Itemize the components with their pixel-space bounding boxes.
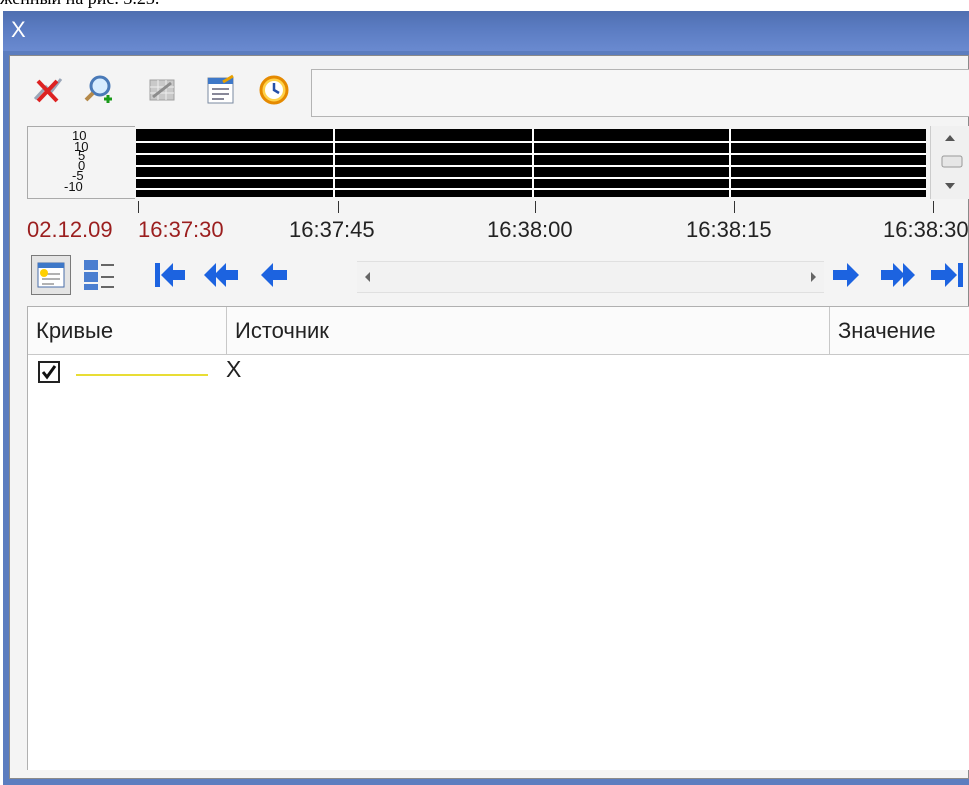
delete-curve-icon	[33, 78, 63, 103]
horizontal-scroll-arrows	[365, 272, 816, 282]
zoom-in-button[interactable]	[81, 72, 117, 108]
overview-strip[interactable]	[136, 129, 926, 197]
overview-vertical-scrollbar[interactable]	[930, 126, 969, 199]
window-client-area: 10 10 5 0 -5 -10 02.12.09 16:37:30 16:37…	[9, 55, 969, 779]
title-bar[interactable]: X	[3, 11, 969, 51]
last-icon	[931, 263, 963, 287]
time-tick	[138, 201, 139, 213]
strip-gridline	[136, 188, 926, 190]
time-label: 16:38:30	[883, 217, 969, 242]
overview-y-axis: 10 10 5 0 -5 -10	[27, 126, 135, 199]
properties-button[interactable]	[202, 72, 238, 108]
time-tick	[535, 201, 536, 213]
time-tick	[933, 201, 934, 213]
curves-table: Кривые Источник Значение X	[27, 306, 969, 770]
strip-divider	[532, 129, 534, 197]
fast-forward-button[interactable]	[877, 257, 917, 298]
time-label: 16:38:15	[686, 217, 772, 242]
delete-curve-button[interactable]	[30, 72, 66, 108]
column-header-value[interactable]: Значение	[830, 307, 969, 354]
forward-button[interactable]	[827, 257, 863, 298]
column-header-source[interactable]: Источник	[227, 307, 830, 354]
curve-list-button[interactable]	[79, 255, 119, 295]
grid-button-disabled[interactable]	[144, 72, 180, 108]
strip-divider	[333, 129, 335, 197]
properties-icon	[207, 74, 234, 104]
navigation-bar	[27, 251, 968, 301]
strip-gridline	[136, 141, 926, 143]
trend-window: X 10 10 5 0 -5 -10 02.12.09 16:37:30 16:…	[3, 11, 969, 785]
disabled-grid-icon	[149, 79, 175, 101]
strip-divider	[729, 129, 731, 197]
time-label: 16:37:30	[138, 217, 224, 242]
toolbar-input-area[interactable]	[311, 69, 969, 117]
first-button[interactable]	[151, 257, 191, 298]
time-tick	[338, 201, 339, 213]
toolbar	[10, 56, 969, 126]
table-row[interactable]: X	[28, 355, 969, 387]
history-button[interactable]	[256, 72, 292, 108]
curve-color-swatch	[76, 374, 208, 376]
history-clock-icon	[259, 75, 289, 105]
curve-list-icon	[84, 260, 114, 290]
time-label: 16:38:00	[487, 217, 573, 242]
table-header: Кривые Источник Значение	[28, 307, 969, 355]
time-tick	[734, 201, 735, 213]
y-tick: -10	[64, 179, 83, 194]
forward-icon	[833, 263, 859, 287]
time-axis: 02.12.09 16:37:30 16:37:45 16:38:00 16:3…	[27, 199, 969, 249]
strip-gridline	[136, 165, 926, 167]
back-icon	[261, 263, 287, 287]
date-label: 02.12.09	[27, 217, 113, 242]
document-caption-fragment: женный на рис. 3.23.	[0, 0, 159, 9]
zoom-in-icon	[84, 75, 112, 103]
strip-gridline	[136, 153, 926, 155]
window-title: X	[11, 17, 26, 42]
vertical-scroll-arrows	[941, 135, 963, 189]
time-label: 16:37:45	[289, 217, 375, 242]
column-header-curves[interactable]: Кривые	[28, 307, 227, 354]
fast-back-icon	[204, 263, 238, 287]
first-icon	[155, 263, 185, 287]
source-cell: X	[226, 356, 242, 382]
curve-visibility-checkbox[interactable]	[38, 361, 60, 383]
add-curve-icon	[37, 262, 65, 288]
checkmark-icon	[41, 365, 57, 380]
fast-back-button[interactable]	[202, 257, 242, 298]
strip-gridline	[136, 177, 926, 179]
time-horizontal-scrollbar[interactable]	[357, 261, 824, 293]
fast-forward-icon	[881, 263, 915, 287]
back-button[interactable]	[257, 257, 293, 298]
add-curve-button[interactable]	[31, 255, 71, 295]
overview-panel: 10 10 5 0 -5 -10	[27, 126, 969, 199]
last-button[interactable]	[927, 257, 967, 298]
